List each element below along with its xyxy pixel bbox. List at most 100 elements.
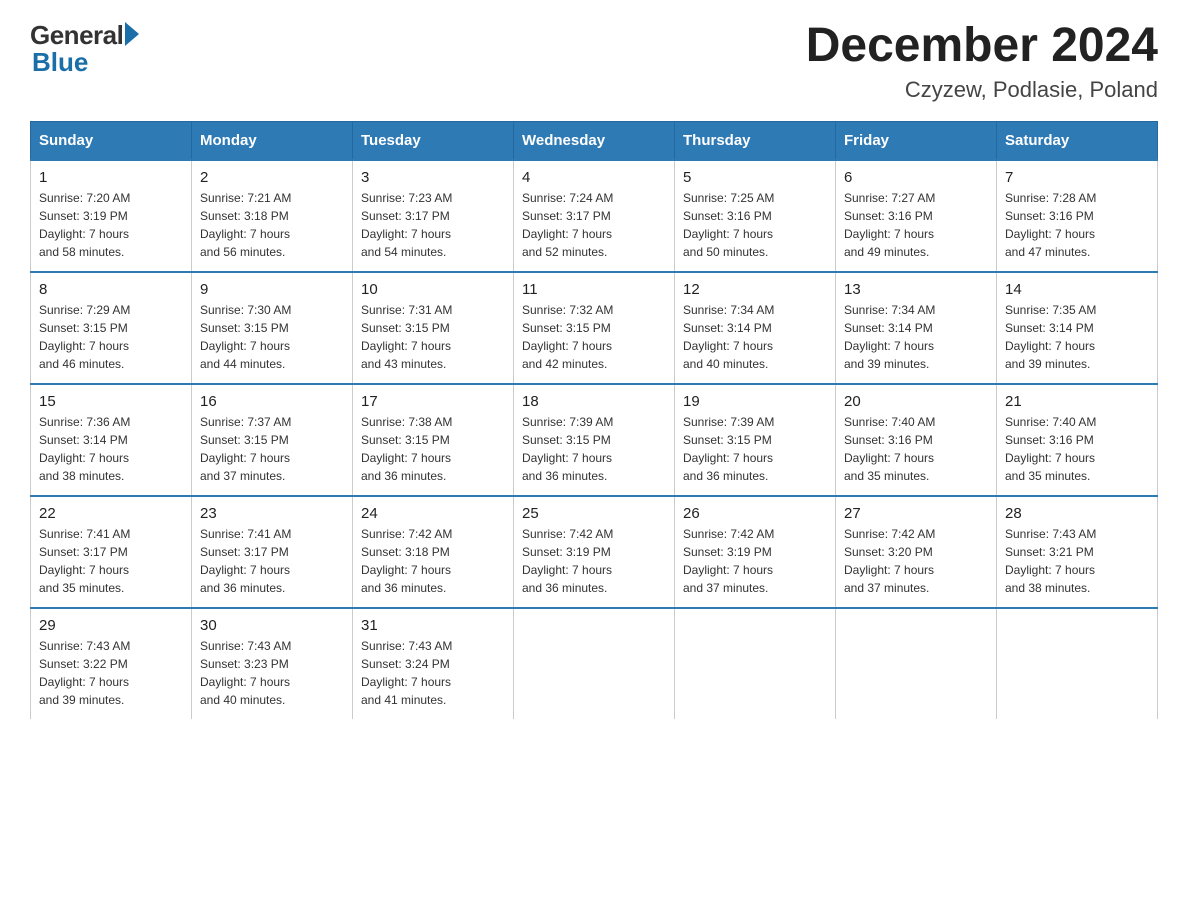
day-number: 27 xyxy=(844,505,988,522)
day-info: Sunrise: 7:40 AMSunset: 3:16 PMDaylight:… xyxy=(1005,415,1096,483)
calendar-cell: 24 Sunrise: 7:42 AMSunset: 3:18 PMDaylig… xyxy=(353,496,514,608)
day-number: 7 xyxy=(1005,169,1149,186)
day-number: 3 xyxy=(361,169,505,186)
calendar-cell: 28 Sunrise: 7:43 AMSunset: 3:21 PMDaylig… xyxy=(997,496,1158,608)
calendar-cell: 10 Sunrise: 7:31 AMSunset: 3:15 PMDaylig… xyxy=(353,272,514,384)
day-number: 17 xyxy=(361,393,505,410)
day-info: Sunrise: 7:21 AMSunset: 3:18 PMDaylight:… xyxy=(200,191,291,259)
calendar-cell: 7 Sunrise: 7:28 AMSunset: 3:16 PMDayligh… xyxy=(997,160,1158,272)
day-info: Sunrise: 7:23 AMSunset: 3:17 PMDaylight:… xyxy=(361,191,452,259)
day-info: Sunrise: 7:27 AMSunset: 3:16 PMDaylight:… xyxy=(844,191,935,259)
day-number: 16 xyxy=(200,393,344,410)
calendar-cell: 11 Sunrise: 7:32 AMSunset: 3:15 PMDaylig… xyxy=(514,272,675,384)
calendar-cell xyxy=(836,608,997,719)
day-number: 1 xyxy=(39,169,183,186)
calendar-cell xyxy=(675,608,836,719)
calendar-cell: 17 Sunrise: 7:38 AMSunset: 3:15 PMDaylig… xyxy=(353,384,514,496)
day-info: Sunrise: 7:43 AMSunset: 3:24 PMDaylight:… xyxy=(361,639,452,707)
calendar-cell: 14 Sunrise: 7:35 AMSunset: 3:14 PMDaylig… xyxy=(997,272,1158,384)
day-info: Sunrise: 7:38 AMSunset: 3:15 PMDaylight:… xyxy=(361,415,452,483)
calendar-week-row: 8 Sunrise: 7:29 AMSunset: 3:15 PMDayligh… xyxy=(31,272,1158,384)
day-number: 12 xyxy=(683,281,827,298)
weekday-header-monday: Monday xyxy=(192,121,353,160)
calendar-cell: 6 Sunrise: 7:27 AMSunset: 3:16 PMDayligh… xyxy=(836,160,997,272)
calendar-cell: 26 Sunrise: 7:42 AMSunset: 3:19 PMDaylig… xyxy=(675,496,836,608)
calendar-cell: 16 Sunrise: 7:37 AMSunset: 3:15 PMDaylig… xyxy=(192,384,353,496)
calendar-cell: 13 Sunrise: 7:34 AMSunset: 3:14 PMDaylig… xyxy=(836,272,997,384)
day-info: Sunrise: 7:35 AMSunset: 3:14 PMDaylight:… xyxy=(1005,303,1096,371)
calendar-week-row: 22 Sunrise: 7:41 AMSunset: 3:17 PMDaylig… xyxy=(31,496,1158,608)
day-info: Sunrise: 7:20 AMSunset: 3:19 PMDaylight:… xyxy=(39,191,130,259)
logo: General Blue xyxy=(30,20,139,78)
calendar-cell: 19 Sunrise: 7:39 AMSunset: 3:15 PMDaylig… xyxy=(675,384,836,496)
day-info: Sunrise: 7:43 AMSunset: 3:21 PMDaylight:… xyxy=(1005,527,1096,595)
day-number: 25 xyxy=(522,505,666,522)
day-number: 2 xyxy=(200,169,344,186)
day-info: Sunrise: 7:30 AMSunset: 3:15 PMDaylight:… xyxy=(200,303,291,371)
day-number: 22 xyxy=(39,505,183,522)
day-number: 4 xyxy=(522,169,666,186)
weekday-header-tuesday: Tuesday xyxy=(353,121,514,160)
calendar-cell: 1 Sunrise: 7:20 AMSunset: 3:19 PMDayligh… xyxy=(31,160,192,272)
day-info: Sunrise: 7:42 AMSunset: 3:20 PMDaylight:… xyxy=(844,527,935,595)
calendar-table: SundayMondayTuesdayWednesdayThursdayFrid… xyxy=(30,121,1158,719)
calendar-cell: 30 Sunrise: 7:43 AMSunset: 3:23 PMDaylig… xyxy=(192,608,353,719)
calendar-cell: 3 Sunrise: 7:23 AMSunset: 3:17 PMDayligh… xyxy=(353,160,514,272)
logo-blue-text: Blue xyxy=(32,47,88,78)
day-info: Sunrise: 7:41 AMSunset: 3:17 PMDaylight:… xyxy=(39,527,130,595)
day-number: 9 xyxy=(200,281,344,298)
day-info: Sunrise: 7:42 AMSunset: 3:18 PMDaylight:… xyxy=(361,527,452,595)
day-info: Sunrise: 7:24 AMSunset: 3:17 PMDaylight:… xyxy=(522,191,613,259)
weekday-header-wednesday: Wednesday xyxy=(514,121,675,160)
calendar-cell: 23 Sunrise: 7:41 AMSunset: 3:17 PMDaylig… xyxy=(192,496,353,608)
calendar-cell: 29 Sunrise: 7:43 AMSunset: 3:22 PMDaylig… xyxy=(31,608,192,719)
calendar-header-row: SundayMondayTuesdayWednesdayThursdayFrid… xyxy=(31,121,1158,160)
day-number: 28 xyxy=(1005,505,1149,522)
calendar-cell: 25 Sunrise: 7:42 AMSunset: 3:19 PMDaylig… xyxy=(514,496,675,608)
weekday-header-friday: Friday xyxy=(836,121,997,160)
day-number: 11 xyxy=(522,281,666,298)
calendar-week-row: 29 Sunrise: 7:43 AMSunset: 3:22 PMDaylig… xyxy=(31,608,1158,719)
day-number: 18 xyxy=(522,393,666,410)
day-info: Sunrise: 7:42 AMSunset: 3:19 PMDaylight:… xyxy=(522,527,613,595)
calendar-week-row: 15 Sunrise: 7:36 AMSunset: 3:14 PMDaylig… xyxy=(31,384,1158,496)
day-number: 20 xyxy=(844,393,988,410)
calendar-cell: 18 Sunrise: 7:39 AMSunset: 3:15 PMDaylig… xyxy=(514,384,675,496)
day-info: Sunrise: 7:29 AMSunset: 3:15 PMDaylight:… xyxy=(39,303,130,371)
weekday-header-saturday: Saturday xyxy=(997,121,1158,160)
day-number: 14 xyxy=(1005,281,1149,298)
calendar-cell: 9 Sunrise: 7:30 AMSunset: 3:15 PMDayligh… xyxy=(192,272,353,384)
calendar-cell: 8 Sunrise: 7:29 AMSunset: 3:15 PMDayligh… xyxy=(31,272,192,384)
day-info: Sunrise: 7:37 AMSunset: 3:15 PMDaylight:… xyxy=(200,415,291,483)
calendar-cell: 20 Sunrise: 7:40 AMSunset: 3:16 PMDaylig… xyxy=(836,384,997,496)
title-block: December 2024 Czyzew, Podlasie, Poland xyxy=(806,20,1158,103)
day-number: 13 xyxy=(844,281,988,298)
day-info: Sunrise: 7:39 AMSunset: 3:15 PMDaylight:… xyxy=(683,415,774,483)
day-number: 6 xyxy=(844,169,988,186)
day-info: Sunrise: 7:31 AMSunset: 3:15 PMDaylight:… xyxy=(361,303,452,371)
day-number: 23 xyxy=(200,505,344,522)
calendar-cell xyxy=(514,608,675,719)
weekday-header-sunday: Sunday xyxy=(31,121,192,160)
page-header: General Blue December 2024 Czyzew, Podla… xyxy=(30,20,1158,103)
calendar-cell: 15 Sunrise: 7:36 AMSunset: 3:14 PMDaylig… xyxy=(31,384,192,496)
day-info: Sunrise: 7:36 AMSunset: 3:14 PMDaylight:… xyxy=(39,415,130,483)
calendar-subtitle: Czyzew, Podlasie, Poland xyxy=(806,77,1158,103)
day-info: Sunrise: 7:40 AMSunset: 3:16 PMDaylight:… xyxy=(844,415,935,483)
day-info: Sunrise: 7:32 AMSunset: 3:15 PMDaylight:… xyxy=(522,303,613,371)
day-number: 29 xyxy=(39,617,183,634)
day-info: Sunrise: 7:34 AMSunset: 3:14 PMDaylight:… xyxy=(683,303,774,371)
calendar-cell: 2 Sunrise: 7:21 AMSunset: 3:18 PMDayligh… xyxy=(192,160,353,272)
day-number: 30 xyxy=(200,617,344,634)
day-number: 8 xyxy=(39,281,183,298)
day-number: 19 xyxy=(683,393,827,410)
day-info: Sunrise: 7:43 AMSunset: 3:22 PMDaylight:… xyxy=(39,639,130,707)
day-number: 5 xyxy=(683,169,827,186)
day-number: 21 xyxy=(1005,393,1149,410)
calendar-cell: 27 Sunrise: 7:42 AMSunset: 3:20 PMDaylig… xyxy=(836,496,997,608)
day-info: Sunrise: 7:34 AMSunset: 3:14 PMDaylight:… xyxy=(844,303,935,371)
day-info: Sunrise: 7:28 AMSunset: 3:16 PMDaylight:… xyxy=(1005,191,1096,259)
calendar-cell: 31 Sunrise: 7:43 AMSunset: 3:24 PMDaylig… xyxy=(353,608,514,719)
calendar-cell: 12 Sunrise: 7:34 AMSunset: 3:14 PMDaylig… xyxy=(675,272,836,384)
day-info: Sunrise: 7:43 AMSunset: 3:23 PMDaylight:… xyxy=(200,639,291,707)
